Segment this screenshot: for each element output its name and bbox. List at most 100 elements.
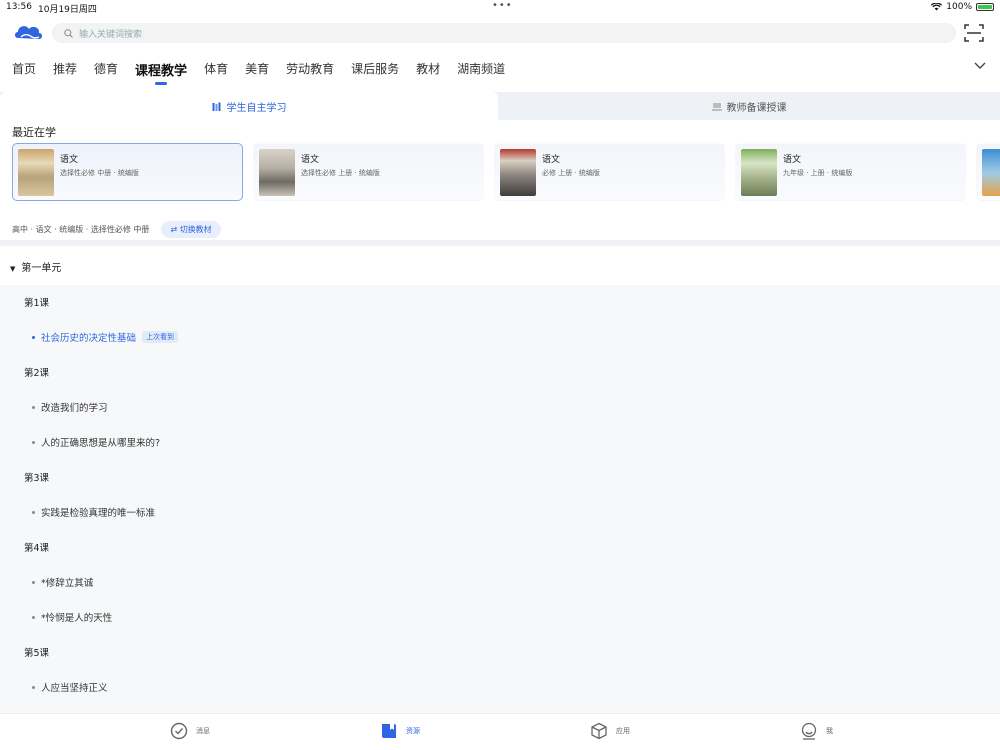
tab-teacher-label: 教师备课授课 bbox=[726, 102, 787, 114]
message-check-icon bbox=[170, 722, 188, 740]
list-item[interactable]: 社会历史的决定性基础 上次看到 bbox=[0, 327, 1000, 347]
tab-resources-label: 资源 bbox=[406, 727, 420, 735]
lesson-title: *修辞立其诚 bbox=[41, 578, 94, 589]
battery-percent: 100% bbox=[946, 2, 972, 12]
cube-icon bbox=[591, 722, 607, 740]
lesson-list: 第1课 社会历史的决定性基础 上次看到 第2课 改造我们的学习 人的正确思想是从哪… bbox=[0, 285, 1000, 713]
card-subtitle: 必修 上册 · 统编版 bbox=[542, 169, 600, 177]
unit-header[interactable]: ▼ 第一单元 bbox=[10, 259, 61, 274]
tab-student-label: 学生自主学习 bbox=[226, 102, 287, 114]
recent-card[interactable]: 语文选择性必修 上册 · 统编版 bbox=[253, 143, 484, 201]
app-logo-icon[interactable] bbox=[14, 22, 44, 44]
nav-item-sports[interactable]: 体育 bbox=[204, 60, 228, 77]
card-title: 语文 bbox=[542, 155, 561, 165]
bullet-icon bbox=[32, 580, 35, 584]
lesson-header: 第4课 bbox=[24, 543, 50, 554]
search-input[interactable]: 输入关键词搜索 bbox=[52, 23, 956, 43]
tab-me-label: 我 bbox=[826, 727, 833, 735]
lesson-header: 第2课 bbox=[24, 368, 50, 379]
tab-apps[interactable]: 应用 bbox=[590, 722, 630, 740]
card-title: 语文 bbox=[783, 155, 802, 165]
tab-apps-label: 应用 bbox=[616, 727, 630, 735]
status-time: 13:56 bbox=[6, 2, 32, 12]
bullet-icon bbox=[32, 335, 35, 339]
tab-me[interactable]: 我 bbox=[800, 722, 833, 740]
mode-tabs: 学生自主学习 教师备课授课 bbox=[0, 92, 1000, 120]
bullet-icon bbox=[32, 405, 35, 409]
tab-messages-label: 消息 bbox=[196, 727, 210, 735]
status-date: 10月19日周四 bbox=[38, 5, 97, 15]
card-title: 语文 bbox=[60, 155, 79, 165]
lesson-header: 第5课 bbox=[24, 648, 50, 659]
user-icon bbox=[801, 722, 817, 740]
breadcrumb: 高中 · 语文 · 统编版 · 选择性必修 中册 ⇄ 切换教材 bbox=[12, 221, 221, 238]
chevron-down-icon[interactable] bbox=[974, 62, 986, 70]
book-cover bbox=[500, 149, 536, 196]
lesson-title: 人应当坚持正义 bbox=[41, 683, 108, 694]
last-viewed-badge: 上次看到 bbox=[142, 331, 179, 343]
search-icon bbox=[64, 28, 73, 38]
nav-item-moral[interactable]: 德育 bbox=[94, 60, 118, 77]
lesson-header: 第3课 bbox=[24, 473, 50, 484]
card-subtitle: 九年级 · 上册 · 统编版 bbox=[783, 169, 853, 177]
book-icon bbox=[382, 724, 396, 738]
lesson-title: *怜悯是人的天性 bbox=[41, 613, 113, 624]
scan-icon[interactable] bbox=[964, 24, 984, 42]
wifi-icon bbox=[931, 3, 943, 11]
recent-card[interactable]: 语文九年级 · 上册 · 统编版 bbox=[735, 143, 966, 201]
book-cover bbox=[982, 149, 1000, 196]
tab-teacher-prep[interactable]: 教师备课授课 bbox=[498, 92, 1000, 120]
card-title: 语文 bbox=[301, 155, 320, 165]
nav-item-course[interactable]: 课程教学 bbox=[135, 60, 187, 85]
book-cover bbox=[741, 149, 777, 196]
switch-textbook-label: 切换教材 bbox=[179, 225, 212, 234]
tab-student-learning[interactable]: 学生自主学习 bbox=[0, 92, 498, 120]
lesson-title: 人的正确思想是从哪里来的? bbox=[41, 438, 161, 449]
list-item[interactable]: *怜悯是人的天性 bbox=[0, 607, 1000, 627]
nav-item-labor[interactable]: 劳动教育 bbox=[286, 60, 334, 77]
lesson-title: 改造我们的学习 bbox=[41, 403, 108, 414]
category-nav: 首页 推荐 德育 课程教学 体育 美育 劳动教育 课后服务 教材 湖南频道 bbox=[0, 60, 1000, 85]
nav-item-afterschool[interactable]: 课后服务 bbox=[351, 60, 399, 77]
unit-title: 第一单元 bbox=[21, 263, 62, 274]
nav-item-home[interactable]: 首页 bbox=[12, 60, 36, 77]
lesson-header: 第1课 bbox=[24, 298, 50, 309]
recent-title: 最近在学 bbox=[12, 126, 56, 139]
section-divider bbox=[0, 240, 1000, 246]
list-item[interactable]: 人的正确思想是从哪里来的? bbox=[0, 432, 1000, 452]
status-right: 100% bbox=[931, 2, 994, 12]
breadcrumb-text: 高中 · 语文 · 统编版 · 选择性必修 中册 bbox=[12, 225, 150, 234]
nav-item-hunan[interactable]: 湖南频道 bbox=[457, 60, 505, 77]
recent-card-partial[interactable] bbox=[976, 143, 1000, 201]
list-item[interactable]: *修辞立其诚 bbox=[0, 572, 1000, 592]
nav-item-textbook[interactable]: 教材 bbox=[416, 60, 440, 77]
bullet-icon bbox=[32, 440, 35, 444]
battery-icon bbox=[976, 3, 994, 11]
recent-card[interactable]: 语文必修 上册 · 统编版 bbox=[494, 143, 725, 201]
nav-item-arts[interactable]: 美育 bbox=[245, 60, 269, 77]
search-placeholder: 输入关键词搜索 bbox=[79, 29, 143, 40]
lesson-title: 实践是检验真理的唯一标准 bbox=[41, 508, 156, 519]
status-bar: 13:56 10月19日周四 ••• 100% bbox=[0, 0, 1000, 15]
list-item[interactable]: 人应当坚持正义 bbox=[0, 677, 1000, 697]
bottom-tab-bar: 消息 资源 应用 我 bbox=[0, 713, 1000, 750]
list-item[interactable]: 改造我们的学习 bbox=[0, 397, 1000, 417]
book-cover bbox=[18, 149, 54, 196]
nav-item-recommend[interactable]: 推荐 bbox=[53, 60, 77, 77]
multitask-dots-icon[interactable]: ••• bbox=[492, 0, 513, 11]
tab-messages[interactable]: 消息 bbox=[170, 722, 210, 740]
caret-down-icon: ▼ bbox=[10, 265, 16, 273]
tab-resources[interactable]: 资源 bbox=[380, 722, 420, 740]
list-item[interactable]: 实践是检验真理的唯一标准 bbox=[0, 502, 1000, 522]
recent-cards: 语文选择性必修 中册 · 统编版 语文选择性必修 上册 · 统编版 语文必修 上… bbox=[12, 143, 1000, 203]
book-cover bbox=[259, 149, 295, 196]
switch-textbook-button[interactable]: ⇄ 切换教材 bbox=[161, 221, 221, 238]
card-subtitle: 选择性必修 上册 · 统编版 bbox=[301, 169, 380, 177]
bullet-icon bbox=[32, 685, 35, 689]
lesson-title: 社会历史的决定性基础 bbox=[41, 333, 137, 344]
card-subtitle: 选择性必修 中册 · 统编版 bbox=[60, 169, 139, 177]
podium-icon bbox=[711, 102, 722, 111]
bullet-icon bbox=[32, 615, 35, 619]
bullet-icon bbox=[32, 510, 35, 514]
recent-card[interactable]: 语文选择性必修 中册 · 统编版 bbox=[12, 143, 243, 201]
